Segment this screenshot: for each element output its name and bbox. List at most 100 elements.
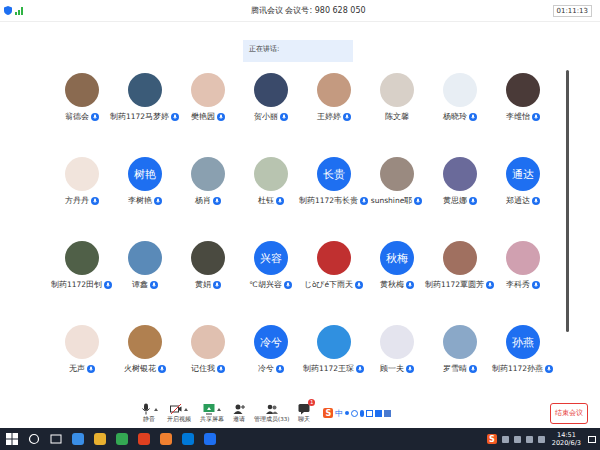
voice-icon[interactable] — [360, 410, 364, 417]
mic-icon — [213, 281, 221, 289]
toolbar-button[interactable]: 1 聊天 — [298, 403, 310, 423]
tray-icon[interactable] — [502, 436, 509, 443]
participant[interactable]: 贺小丽 — [239, 73, 302, 122]
sogou-logo[interactable]: S — [323, 408, 333, 418]
taskbar-app-icon[interactable] — [204, 433, 216, 445]
sogou-tray-icon[interactable]: S — [487, 434, 497, 444]
emoji-icon[interactable] — [351, 410, 358, 417]
participant[interactable]: 制药1172田钊 — [50, 241, 113, 290]
tray-icon[interactable] — [538, 436, 545, 443]
tray-icon[interactable] — [526, 436, 533, 443]
participant[interactable]: 制药1172王琛 — [302, 325, 365, 374]
avatar: 长贵 — [317, 157, 351, 191]
avatar-photo — [317, 241, 351, 275]
caret-icon[interactable] — [154, 408, 158, 411]
participant[interactable]: 黄娟 — [176, 241, 239, 290]
participant-name-row: 制药1172王琛 — [303, 363, 364, 374]
mic-icon — [469, 365, 477, 373]
participant[interactable]: 冷兮 冷兮 — [239, 325, 302, 374]
mic-icon — [91, 113, 99, 121]
participant-name-row: 杜钰 — [258, 195, 284, 206]
taskbar-app-icon[interactable] — [94, 433, 106, 445]
taskbar-app-icon[interactable] — [116, 433, 128, 445]
scrollbar[interactable] — [566, 70, 569, 332]
participant-name-row: 无声 — [69, 363, 95, 374]
participant[interactable]: 秋梅 黄秋梅 — [365, 241, 428, 290]
participant[interactable]: sunshine耶 — [365, 157, 428, 206]
participant[interactable]: 樊艳园 — [176, 73, 239, 122]
participant[interactable]: 树艳 李树艳 — [113, 157, 176, 206]
participant-name: 陈文馨 — [385, 111, 409, 122]
toolbar-button[interactable]: 静音 — [140, 403, 158, 423]
skin-icon[interactable] — [375, 410, 382, 417]
mic-icon — [469, 113, 477, 121]
search-icon[interactable] — [28, 433, 40, 445]
participant-name: 记住我 — [191, 363, 215, 374]
participant-name: 李维怡 — [506, 111, 530, 122]
speaking-indicator: 正在讲话: — [243, 40, 353, 62]
taskbar: S 14:51 2020/6/3 — [0, 428, 600, 450]
participant[interactable]: 通达 郑通达 — [491, 157, 554, 206]
participant[interactable]: 谭鑫 — [113, 241, 176, 290]
participant-name: 黄秋梅 — [380, 279, 404, 290]
participant[interactable]: 无声 — [50, 325, 113, 374]
participant-name: 贺小丽 — [254, 111, 278, 122]
taskbar-app-icon[interactable] — [182, 433, 194, 445]
participant[interactable]: 长贵 制药1172韦长贵 — [302, 157, 365, 206]
participant[interactable]: 兴容 ℃胡兴容 — [239, 241, 302, 290]
participant[interactable]: 杨晓玲 — [428, 73, 491, 122]
punctuation-icon[interactable] — [345, 411, 349, 415]
participant[interactable]: 孙燕 制药1172孙燕 — [491, 325, 554, 374]
participant[interactable]: 李科秀 — [491, 241, 554, 290]
caret-icon[interactable] — [217, 408, 221, 411]
participant[interactable]: 方丹丹 — [50, 157, 113, 206]
toolbar-button[interactable]: 管理成员(33) — [254, 403, 289, 423]
toolbar-label: 共享屏幕 — [200, 416, 224, 423]
mic-icon — [284, 281, 292, 289]
participant-name: 罗雪晴 — [443, 363, 467, 374]
participant[interactable]: 王婷婷 — [302, 73, 365, 122]
participant[interactable]: 记住我 — [176, 325, 239, 374]
participant[interactable]: 陈文馨 — [365, 73, 428, 122]
participant[interactable]: 制药1172马梦婷 — [113, 73, 176, 122]
participant[interactable]: 黄思娜 — [428, 157, 491, 206]
taskbar-clock[interactable]: 14:51 2020/6/3 — [550, 431, 583, 447]
signal-icon — [15, 7, 24, 15]
participant-name-row: 冷兮 — [258, 363, 284, 374]
participant-name-row: 翁德会 — [65, 111, 99, 122]
avatar-photo — [191, 325, 225, 359]
end-meeting-button[interactable]: 结束会议 — [550, 403, 588, 424]
participant[interactable]: 翁德会 — [50, 73, 113, 122]
toolbar-button[interactable]: 共享屏幕 — [200, 403, 224, 423]
participant[interactable]: 顾一夫 — [365, 325, 428, 374]
ime-mode[interactable]: 中 — [335, 408, 343, 419]
caret-icon[interactable] — [184, 408, 188, 411]
participant-name: 制药1172王琛 — [303, 363, 354, 374]
participant[interactable]: 制药1172覃圆芳 — [428, 241, 491, 290]
avatar-photo — [317, 73, 351, 107]
notification-icon[interactable] — [588, 436, 596, 443]
taskbar-app-icon[interactable] — [72, 433, 84, 445]
participant[interactable]: 杨肖 — [176, 157, 239, 206]
taskbar-app-icon[interactable] — [160, 433, 172, 445]
participant[interactable]: じòぴé下雨天 — [302, 241, 365, 290]
participant-name: 王婷婷 — [317, 111, 341, 122]
mic-icon — [217, 365, 225, 373]
participant[interactable]: 杜钰 — [239, 157, 302, 206]
toolbar-button[interactable]: 邀请 — [233, 403, 245, 423]
share-screen-icon — [203, 403, 215, 415]
keyboard-icon[interactable] — [366, 410, 373, 417]
task-view-icon[interactable] — [50, 433, 62, 445]
avatar-photo — [65, 241, 99, 275]
participant-name-row: 李科秀 — [506, 279, 540, 290]
windows-start-icon[interactable] — [6, 433, 18, 445]
toolbox-icon[interactable] — [384, 410, 391, 417]
participant[interactable]: 李维怡 — [491, 73, 554, 122]
tray-icon[interactable] — [514, 436, 521, 443]
participant-name: 杨晓玲 — [443, 111, 467, 122]
participant[interactable]: 罗雪晴 — [428, 325, 491, 374]
mic-icon — [406, 281, 414, 289]
toolbar-button[interactable]: 开启视频 — [167, 403, 191, 423]
participant[interactable]: 火树银花 — [113, 325, 176, 374]
taskbar-app-icon[interactable] — [138, 433, 150, 445]
